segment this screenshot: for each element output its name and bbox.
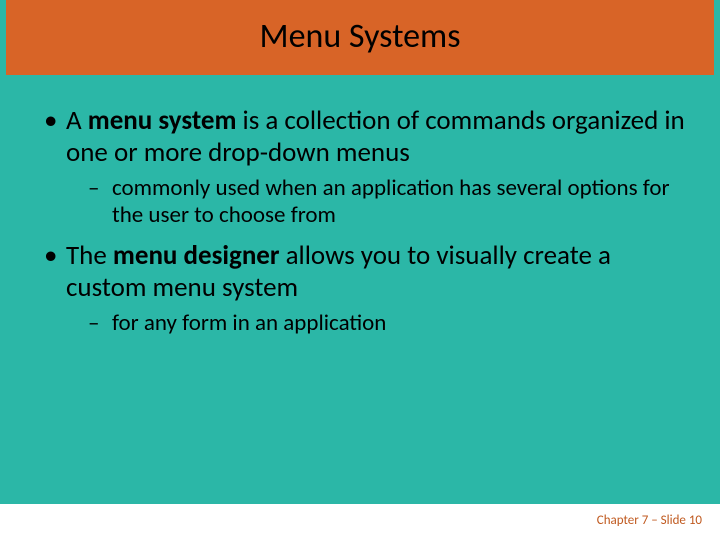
bullet-text-pre: A: [66, 104, 88, 137]
slide-footer: Chapter 7 – Slide 10: [597, 507, 702, 528]
bullet-item: A menu system is a collection of command…: [40, 105, 690, 169]
slide-content: A menu system is a collection of command…: [0, 75, 720, 337]
bullet-text-bold: menu designer: [113, 239, 280, 272]
slide-title: Menu Systems: [6, 0, 714, 75]
bullet-text-pre: The: [66, 239, 113, 272]
sub-bullet-text: for any form in an application: [112, 309, 386, 337]
sub-bullet-item: commonly used when an application has se…: [40, 175, 690, 230]
slide: Menu Systems A menu system is a collecti…: [0, 0, 720, 540]
bullet-item: The menu designer allows you to visually…: [40, 240, 690, 304]
bullet-text-bold: menu system: [88, 104, 237, 137]
sub-bullet-text: commonly used when an application has se…: [112, 174, 669, 230]
sub-bullet-item: for any form in an application: [40, 310, 690, 338]
